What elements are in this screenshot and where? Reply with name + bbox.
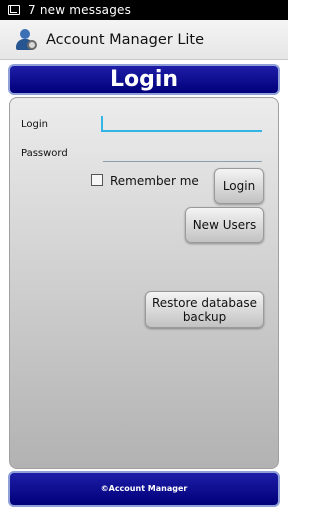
- login-panel: Login Password Remember me Login New Use…: [9, 97, 279, 469]
- notification-text: 7 new messages: [28, 3, 132, 17]
- app-title: Account Manager Lite: [46, 31, 205, 48]
- password-input[interactable]: [103, 148, 262, 162]
- action-bar: Account Manager Lite: [0, 20, 288, 60]
- password-label: Password: [21, 148, 68, 159]
- message-notification-icon: [8, 5, 20, 15]
- account-manager-app-icon: [14, 28, 38, 52]
- restore-database-backup-button[interactable]: Restore database backup: [145, 291, 264, 328]
- text-cursor: [101, 116, 103, 132]
- status-bar: 7 new messages: [0, 0, 288, 20]
- login-input[interactable]: [101, 118, 262, 132]
- login-label: Login: [21, 119, 48, 130]
- remember-me-checkbox[interactable]: [91, 174, 103, 186]
- login-button[interactable]: Login: [214, 168, 264, 204]
- login-header: Login: [8, 64, 280, 95]
- footer: ©Account Manager: [8, 471, 280, 507]
- new-users-button[interactable]: New Users: [185, 207, 264, 243]
- remember-me-label: Remember me: [110, 174, 199, 188]
